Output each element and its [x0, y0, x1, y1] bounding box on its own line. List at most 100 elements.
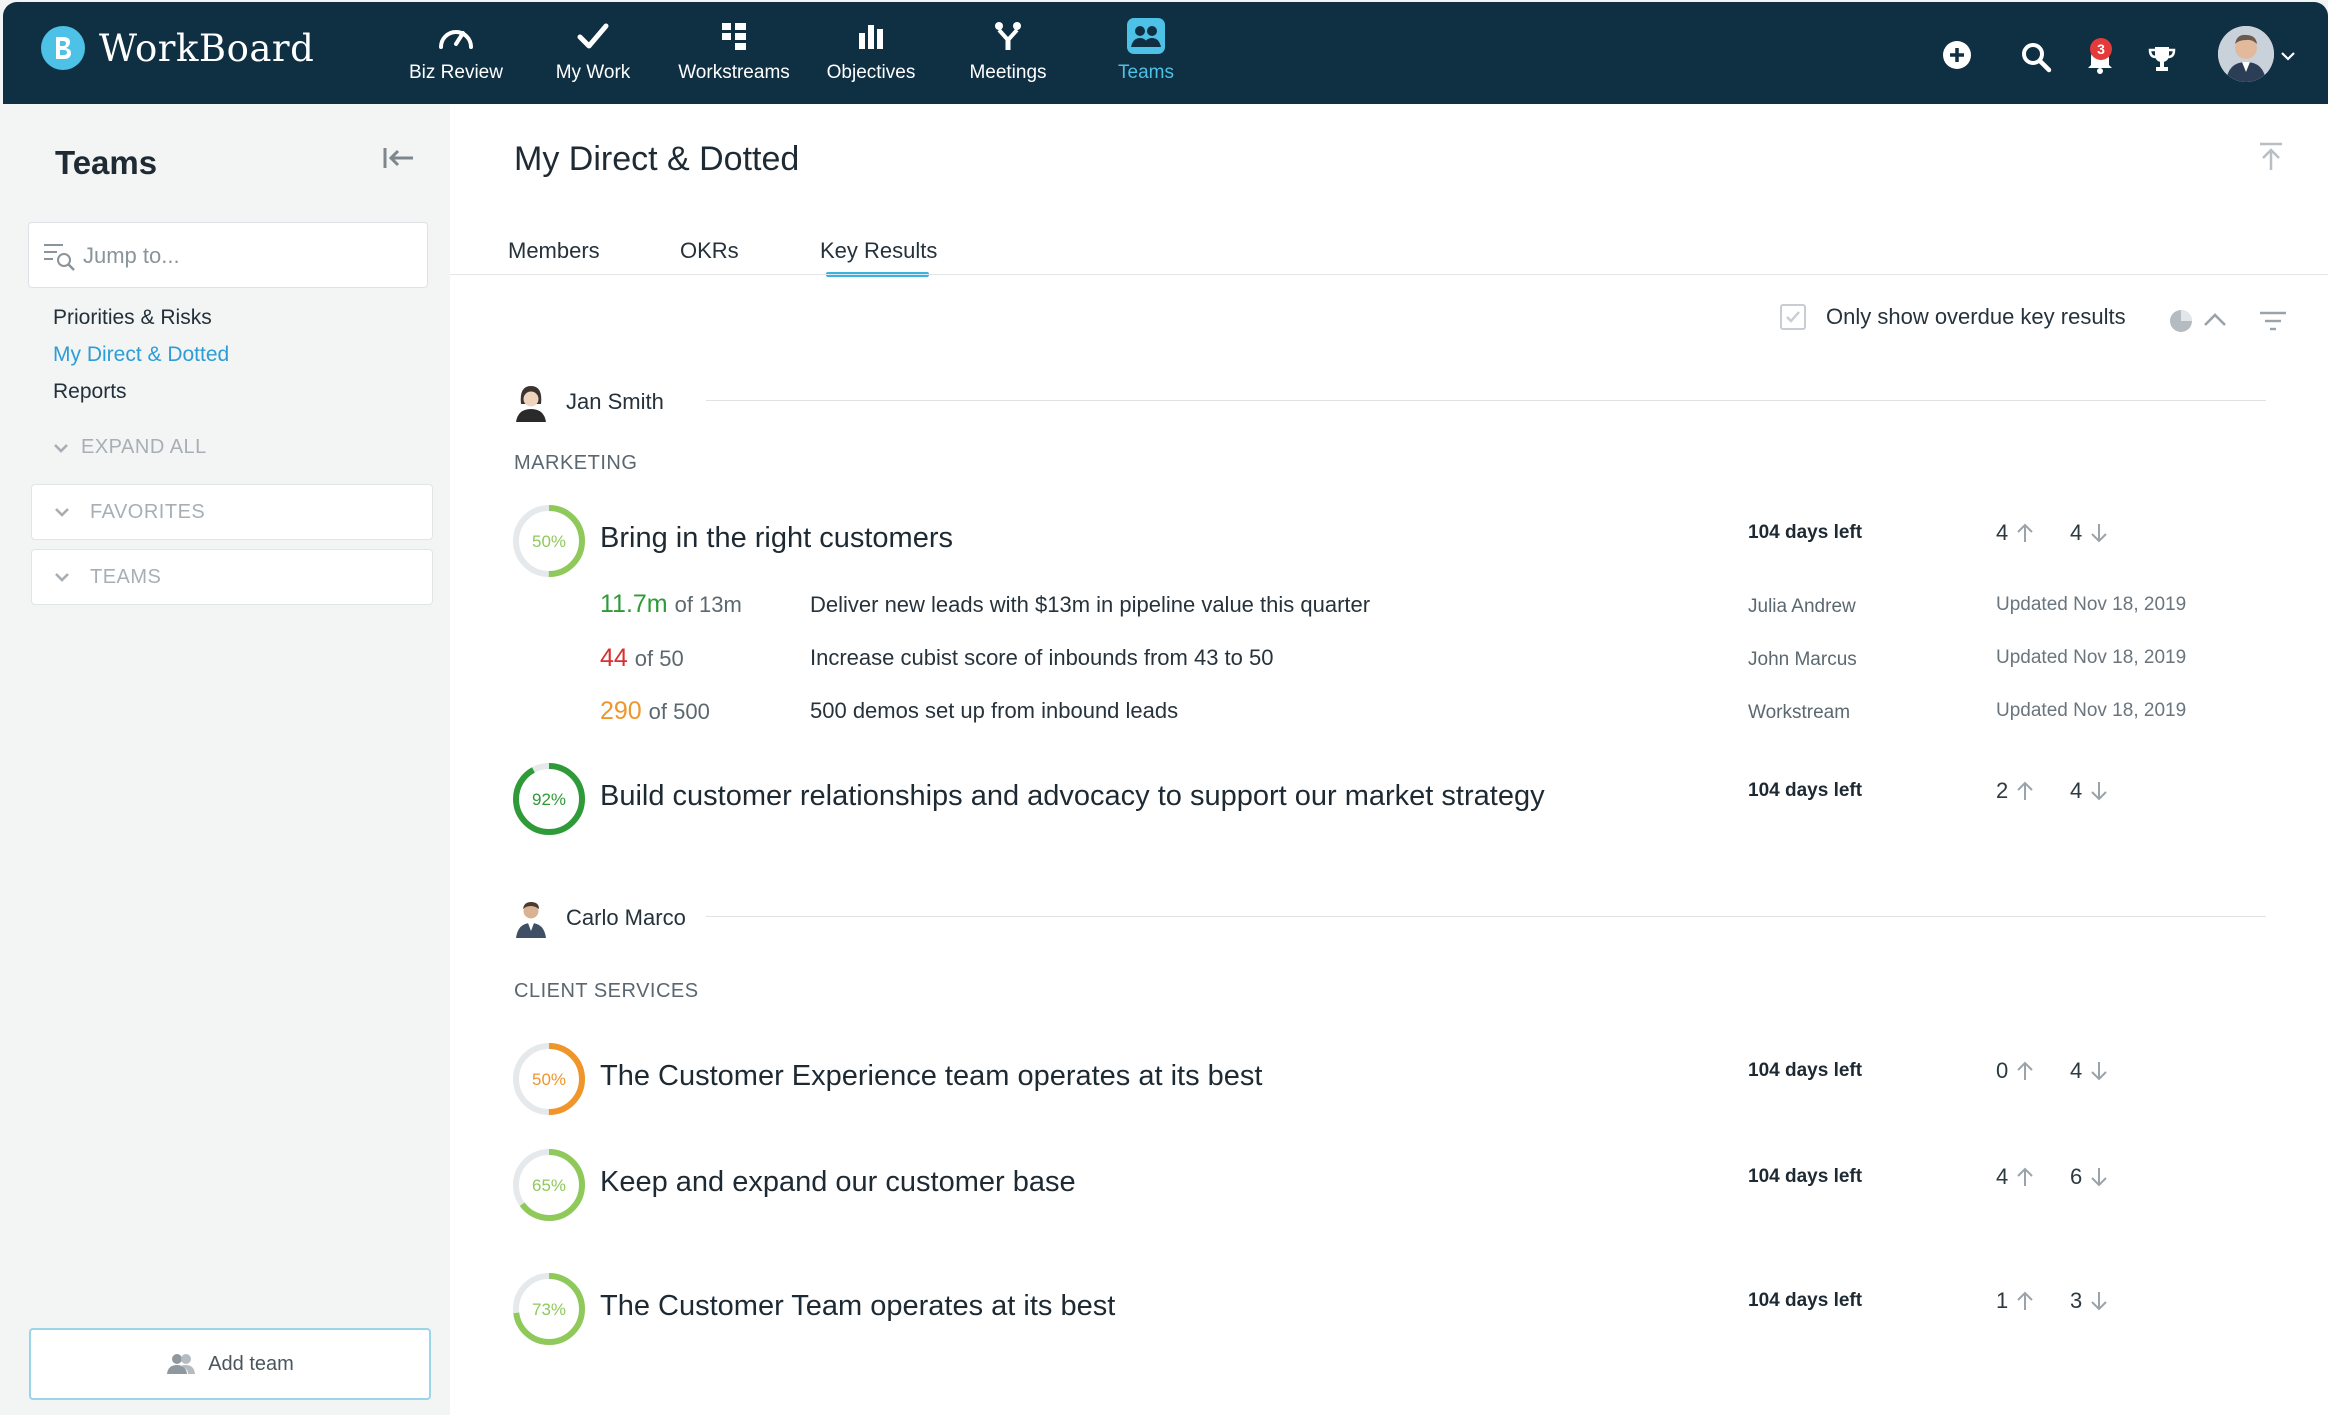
key-result-owner: John Marcus — [1748, 649, 1857, 670]
key-result-description[interactable]: 500 demos set up from inbound leads — [810, 698, 1178, 724]
objective-title[interactable]: Bring in the right customers — [600, 522, 953, 555]
add-team-button[interactable]: Add team — [29, 1328, 431, 1400]
pie-chart-icon[interactable] — [2168, 308, 2194, 339]
nav-my-work[interactable]: My Work — [513, 16, 673, 96]
page-title: My Direct & Dotted — [514, 140, 800, 178]
team-section-label: MARKETING — [514, 452, 638, 474]
chevron-down-icon — [54, 507, 70, 517]
progress-percent: 50% — [532, 1070, 566, 1089]
days-left: 104 days left — [1748, 1166, 1863, 1187]
down-count[interactable]: 3 — [2070, 1288, 2108, 1314]
progress-ring: 50% — [512, 504, 586, 578]
export-icon[interactable] — [2258, 142, 2284, 177]
down-count[interactable]: 4 — [2070, 520, 2108, 546]
nav-teams[interactable]: Teams — [1066, 16, 1226, 96]
objective-title[interactable]: The Customer Team operates at its best — [600, 1290, 1115, 1323]
overdue-filter[interactable]: Only show overdue key results — [1780, 304, 2126, 330]
down-count-value: 6 — [2070, 1164, 2083, 1189]
collapse-sidebar-icon[interactable] — [381, 144, 417, 177]
sidebar-item-my-direct-dotted[interactable]: My Direct & Dotted — [53, 343, 229, 367]
key-result-owner: Julia Andrew — [1748, 596, 1856, 617]
trophy-icon[interactable] — [2145, 42, 2179, 76]
male-avatar-icon — [514, 898, 548, 938]
search-icon[interactable] — [2019, 40, 2053, 74]
objective-title[interactable]: Build customer relationships and advocac… — [600, 780, 1545, 813]
tab-okrs[interactable]: OKRs — [680, 238, 739, 264]
tab-key-results[interactable]: Key Results — [820, 238, 937, 264]
arrow-up-icon — [2017, 523, 2033, 542]
workstreams-icon — [654, 16, 814, 56]
person-divider — [706, 916, 2266, 917]
person-divider — [706, 400, 2266, 401]
top-navigation-bar: WorkBoard Biz Review My Work Workstreams… — [3, 2, 2328, 104]
teams-icon — [1066, 16, 1226, 56]
tab-members[interactable]: Members — [508, 238, 600, 264]
user-avatar[interactable] — [2218, 26, 2274, 82]
person-header[interactable]: Carlo Marco — [514, 898, 686, 938]
checkmark-icon — [513, 16, 673, 56]
person-header[interactable]: Jan Smith — [514, 382, 664, 422]
objective-title[interactable]: Keep and expand our customer base — [600, 1166, 1076, 1199]
up-count[interactable]: 4 — [1996, 1164, 2034, 1190]
add-icon[interactable] — [1940, 38, 1974, 72]
chevron-up-icon[interactable] — [2202, 310, 2228, 335]
key-result-updated: Updated Nov 18, 2019 — [1996, 647, 2187, 668]
nav-label: Meetings — [969, 62, 1047, 83]
overdue-label: Only show overdue key results — [1826, 304, 2126, 329]
down-count[interactable]: 6 — [2070, 1164, 2108, 1190]
overdue-checkbox[interactable] — [1780, 304, 1806, 330]
add-team-label: Add team — [208, 1352, 294, 1375]
workboard-logo[interactable]: WorkBoard — [41, 26, 314, 70]
key-result-owner: Workstream — [1748, 702, 1851, 723]
chevron-down-icon[interactable] — [2278, 46, 2298, 66]
up-count-value: 1 — [1996, 1288, 2009, 1313]
favorites-group[interactable]: FAVORITES — [31, 484, 433, 540]
teams-group[interactable]: TEAMS — [31, 549, 433, 605]
up-count[interactable]: 4 — [1996, 520, 2034, 546]
brand-name: WorkBoard — [99, 26, 315, 70]
arrow-down-icon — [2091, 524, 2107, 543]
nav-meetings[interactable]: Meetings — [928, 16, 1088, 96]
arrow-up-icon — [2017, 1291, 2033, 1310]
expand-all-label: EXPAND ALL — [81, 436, 207, 458]
female-avatar-icon — [514, 382, 548, 422]
jump-to-input[interactable] — [81, 235, 415, 277]
arrow-up-icon — [2017, 1167, 2033, 1186]
progress-ring: 73% — [512, 1272, 586, 1346]
key-result-description[interactable]: Increase cubist score of inbounds from 4… — [810, 645, 1273, 671]
person-name: Jan Smith — [566, 389, 664, 414]
nav-label: Workstreams — [678, 62, 790, 83]
arrow-down-icon — [2091, 1062, 2107, 1081]
meetings-icon — [928, 16, 1088, 56]
filter-icon[interactable] — [2258, 310, 2288, 337]
sidebar-item-reports[interactable]: Reports — [53, 380, 127, 404]
key-result-description[interactable]: Deliver new leads with $13m in pipeline … — [810, 592, 1370, 618]
up-count[interactable]: 2 — [1996, 778, 2034, 804]
nav-objectives[interactable]: Objectives — [791, 16, 951, 96]
jump-to-search — [28, 222, 428, 288]
bar-chart-icon — [791, 16, 951, 56]
progress-percent: 50% — [532, 532, 566, 551]
down-count[interactable]: 4 — [2070, 1058, 2108, 1084]
progress-ring-graphic: 50% — [513, 505, 585, 577]
up-count-value: 0 — [1996, 1058, 2009, 1083]
key-result-value: 44 of 50 — [600, 644, 684, 673]
sidebar-item-priorities-risks[interactable]: Priorities & Risks — [53, 306, 212, 330]
down-count-value: 4 — [2070, 520, 2083, 545]
expand-all-toggle[interactable]: EXPAND ALL — [53, 436, 207, 459]
objective-title[interactable]: The Customer Experience team operates at… — [600, 1060, 1262, 1093]
up-count[interactable]: 0 — [1996, 1058, 2034, 1084]
key-result-value: 11.7m of 13m — [600, 590, 742, 619]
key-result-updated: Updated Nov 18, 2019 — [1996, 700, 2187, 721]
up-count[interactable]: 1 — [1996, 1288, 2034, 1314]
days-left: 104 days left — [1748, 1290, 1863, 1311]
key-result-current: 290 — [600, 697, 642, 725]
chevron-down-icon — [54, 572, 70, 582]
nav-biz-review[interactable]: Biz Review — [376, 16, 536, 96]
arrow-down-icon — [2091, 782, 2107, 801]
down-count[interactable]: 4 — [2070, 778, 2108, 804]
teams-label: TEAMS — [90, 565, 162, 588]
sidebar: Teams Priorities & Risks My Direct & Dot… — [3, 104, 450, 1415]
key-result-current: 44 — [600, 644, 628, 672]
nav-workstreams[interactable]: Workstreams — [654, 16, 814, 96]
